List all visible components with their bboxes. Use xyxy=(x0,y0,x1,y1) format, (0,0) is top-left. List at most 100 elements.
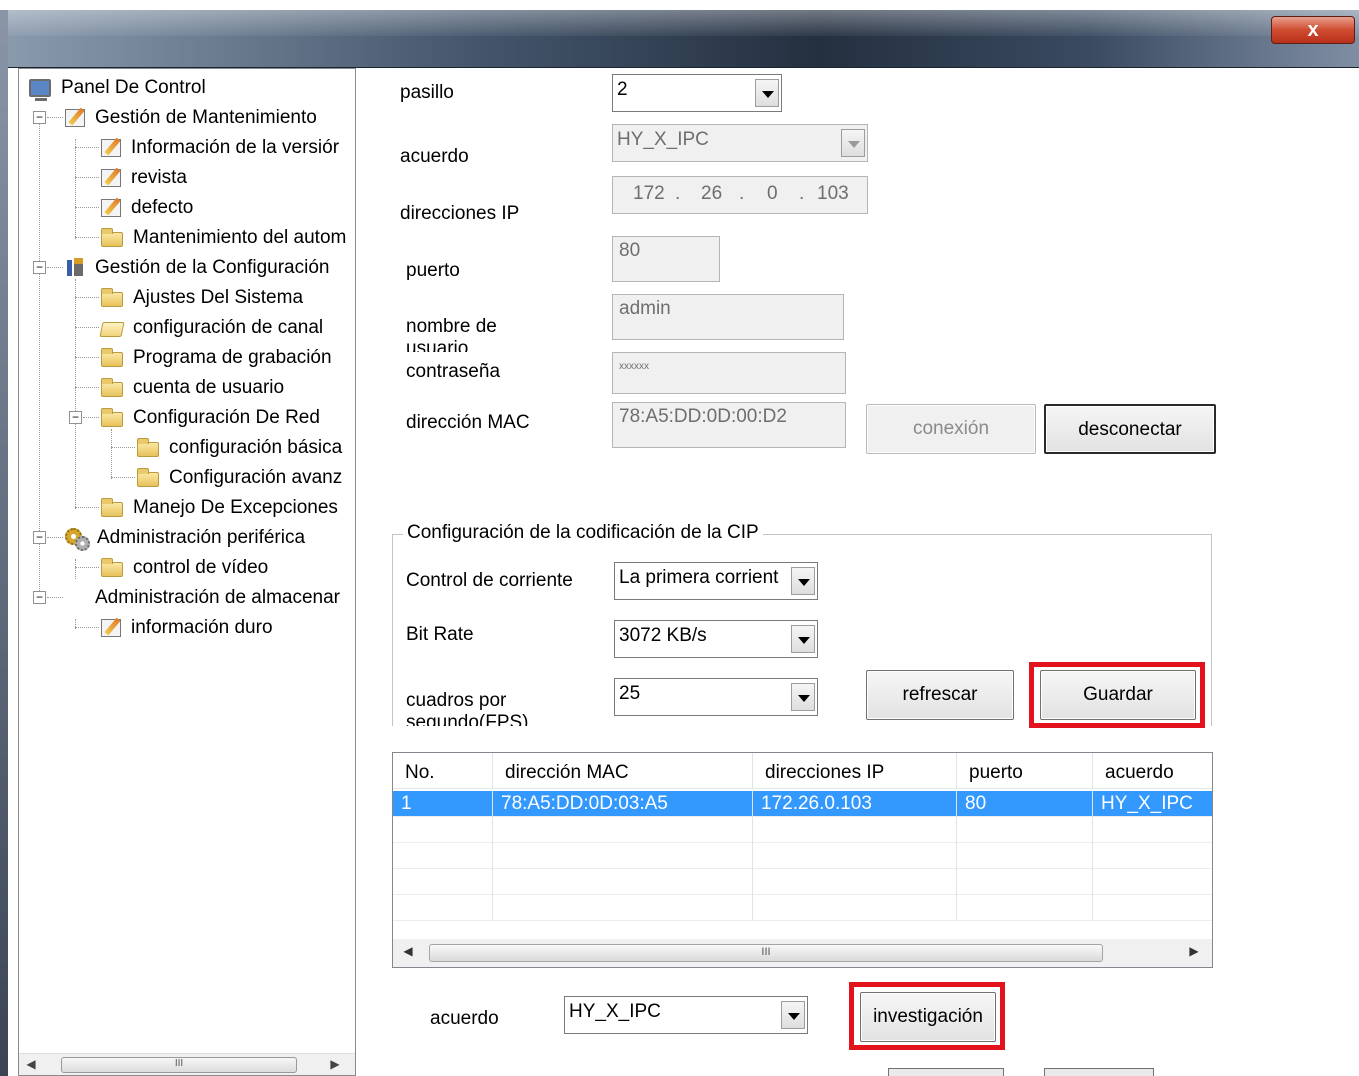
title-bar: x xyxy=(8,10,1359,68)
tree-item-record-schedule[interactable]: Programa de grabación xyxy=(101,343,334,373)
table-row-empty xyxy=(393,895,1212,921)
username-label: nombre de xyxy=(406,316,497,337)
close-button[interactable]: x xyxy=(1271,16,1355,44)
collapse-icon[interactable]: − xyxy=(33,591,46,604)
port-field[interactable]: 80 xyxy=(612,236,720,282)
stream-select[interactable]: La primera corrient xyxy=(614,562,818,600)
highlight-save-button xyxy=(1029,662,1205,728)
refresh-button[interactable]: refrescar xyxy=(866,670,1014,720)
storage-icon xyxy=(65,589,85,607)
bitrate-select[interactable]: 3072 KB/s xyxy=(614,620,818,658)
ip-address-field[interactable]: 172 . 26 . 0 . 103 xyxy=(612,176,868,214)
highlight-search-button xyxy=(849,982,1005,1050)
chevron-down-icon[interactable] xyxy=(791,625,815,653)
navigation-tree: Panel De Control − Gestión de Mantenimie… xyxy=(18,68,356,1076)
folder-icon xyxy=(101,348,123,367)
tree-item-network-config[interactable]: Configuración De Red xyxy=(101,403,322,433)
port-label: puerto xyxy=(406,260,460,281)
scroll-left-icon[interactable]: ◀ xyxy=(399,944,417,958)
edit-icon xyxy=(101,199,121,217)
tree-item-version-info[interactable]: Información de la versiór xyxy=(101,133,341,163)
collapse-icon[interactable]: − xyxy=(33,261,46,274)
ip-label: direcciones IP xyxy=(400,203,520,224)
disconnect-button[interactable]: desconectar xyxy=(1044,404,1216,454)
device-table[interactable]: No. dirección MAC direcciones IP puerto … xyxy=(392,752,1213,968)
mac-label: dirección MAC xyxy=(406,412,530,433)
column-header-port[interactable]: puerto xyxy=(957,753,1093,789)
folder-icon xyxy=(101,558,123,577)
scroll-thumb[interactable]: III xyxy=(61,1057,297,1073)
tree-item-config-management[interactable]: Gestión de la Configuración xyxy=(65,253,331,283)
search-protocol-select[interactable]: HY_X_IPC xyxy=(564,996,808,1034)
bottom-button-partial[interactable] xyxy=(1044,1068,1154,1076)
password-label: contraseña xyxy=(406,361,501,382)
scroll-thumb[interactable]: III xyxy=(429,944,1103,962)
username-label-line2: usuario xyxy=(406,338,469,352)
channel-label: pasillo xyxy=(400,82,454,103)
chevron-down-icon[interactable] xyxy=(791,567,815,595)
tree-item-system-settings[interactable]: Ajustes Del Sistema xyxy=(101,283,305,313)
collapse-icon[interactable]: − xyxy=(69,411,82,424)
channel-select[interactable]: 2 xyxy=(612,74,782,112)
chevron-down-icon[interactable] xyxy=(841,129,865,157)
username-field[interactable]: admin xyxy=(612,294,844,340)
tree-item-exceptions[interactable]: Manejo De Excepciones xyxy=(101,493,340,523)
tree-item-disk-info[interactable]: información duro xyxy=(101,613,275,643)
column-header-protocol[interactable]: acuerdo xyxy=(1093,753,1212,789)
tree-item-review[interactable]: revista xyxy=(101,163,189,193)
chevron-down-icon[interactable] xyxy=(781,1001,805,1029)
column-header-no[interactable]: No. xyxy=(393,753,493,789)
table-header: No. dirección MAC direcciones IP puerto … xyxy=(393,753,1212,789)
tree-item-user-account[interactable]: cuenta de usuario xyxy=(101,373,286,403)
table-row-empty xyxy=(393,869,1212,895)
scroll-right-icon[interactable]: ▶ xyxy=(327,1057,343,1071)
chevron-down-icon[interactable] xyxy=(791,683,815,711)
tree-item-maintenance[interactable]: Gestión de Mantenimiento xyxy=(65,103,319,133)
gears-icon xyxy=(65,528,90,551)
bottom-button-partial[interactable] xyxy=(888,1068,1004,1076)
folder-open-icon xyxy=(99,322,125,337)
connect-button[interactable]: conexión xyxy=(866,404,1036,454)
tree-item-control-panel[interactable]: Panel De Control xyxy=(29,73,208,103)
folder-icon xyxy=(101,378,123,397)
fps-label-line2: segundo(FPS) xyxy=(406,712,529,726)
password-field[interactable]: xxxxxx xyxy=(612,352,846,394)
tree-item-default[interactable]: defecto xyxy=(101,193,195,223)
protocol-label: acuerdo xyxy=(400,146,469,167)
mac-address-field[interactable]: 78:A5:DD:0D:00:D2 xyxy=(612,402,846,448)
column-header-mac[interactable]: dirección MAC xyxy=(493,753,753,789)
protocol-select[interactable]: HY_X_IPC xyxy=(612,124,868,162)
collapse-icon[interactable]: − xyxy=(33,111,46,124)
tree-item-storage[interactable]: Administración de almacenar xyxy=(65,583,342,613)
chevron-down-icon[interactable] xyxy=(755,79,779,107)
scroll-left-icon[interactable]: ◀ xyxy=(23,1057,39,1071)
tree-item-auto-maintenance[interactable]: Mantenimiento del autom xyxy=(101,223,348,253)
edit-icon xyxy=(101,139,121,157)
table-row[interactable]: 1 78:A5:DD:0D:03:A5 172.26.0.103 80 HY_X… xyxy=(393,791,1212,817)
collapse-icon[interactable]: − xyxy=(33,531,46,544)
folder-icon xyxy=(137,468,159,487)
encoding-group-title: Configuración de la codificación de la C… xyxy=(403,522,763,544)
folder-icon xyxy=(101,228,123,247)
folder-icon xyxy=(137,438,159,457)
tree-item-channel-config[interactable]: configuración de canal xyxy=(99,313,325,343)
table-row-empty xyxy=(393,843,1212,869)
search-protocol-label: acuerdo xyxy=(430,1008,499,1029)
scroll-right-icon[interactable]: ▶ xyxy=(1185,944,1203,958)
folder-icon xyxy=(101,408,123,427)
stream-label: Control de corriente xyxy=(406,570,573,591)
edit-icon xyxy=(101,619,121,637)
tree-item-basic-config[interactable]: configuración básica xyxy=(137,433,344,463)
folder-icon xyxy=(101,498,123,517)
tree-item-peripheral[interactable]: Administración periférica xyxy=(65,523,307,553)
fps-select[interactable]: 25 xyxy=(614,678,818,716)
column-header-ip[interactable]: direcciones IP xyxy=(753,753,957,789)
edit-icon xyxy=(65,109,85,127)
tree-item-advanced-config[interactable]: Configuración avanz xyxy=(137,463,344,493)
tree-item-video-control[interactable]: control de vídeo xyxy=(101,553,270,583)
edit-icon xyxy=(101,169,121,187)
sidebar-horizontal-scrollbar[interactable]: ◀ III ▶ xyxy=(19,1053,355,1075)
table-horizontal-scrollbar[interactable]: ◀ III ▶ xyxy=(393,939,1212,967)
fps-label: cuadros por xyxy=(406,690,507,711)
folder-icon xyxy=(101,288,123,307)
